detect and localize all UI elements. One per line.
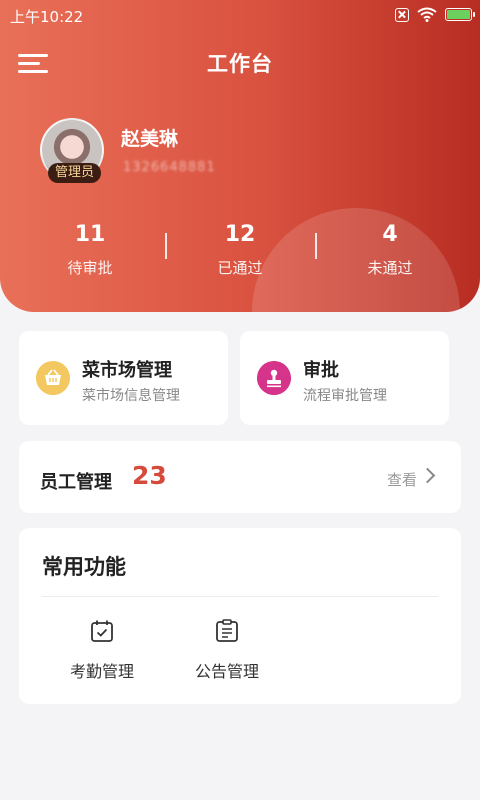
wifi-icon — [417, 7, 437, 22]
user-phone: 1326648881 — [123, 160, 216, 175]
stat-approved-value: 12 — [224, 222, 256, 247]
staff-view-link[interactable]: 查看 — [387, 469, 417, 490]
attendance-management-item[interactable]: 考勤管理 — [52, 618, 152, 682]
common-functions-title: 常用功能 — [42, 555, 126, 579]
status-icons — [395, 7, 475, 22]
page-title: 工作台 — [207, 52, 273, 76]
common-functions-card: 常用功能 考勤管理 公告管理 — [19, 528, 461, 704]
staff-label: 员工管理 — [40, 472, 112, 493]
stat-approved[interactable]: 12 已通过 — [165, 220, 315, 290]
clipboard-icon — [216, 619, 238, 642]
staff-count: 23 — [132, 461, 167, 490]
stat-rejected-label: 未通过 — [367, 259, 413, 277]
battery-icon — [445, 8, 475, 21]
notice-label: 公告管理 — [194, 662, 259, 681]
stat-rejected[interactable]: 4 未通过 — [315, 220, 465, 290]
approval-card-subtitle: 流程审批管理 — [303, 388, 387, 404]
approval-card-title: 审批 — [303, 360, 339, 381]
approval-card[interactable]: 审批 流程审批管理 — [240, 331, 449, 425]
role-badge: 管理员 — [48, 163, 101, 183]
user-name: 赵美琳 — [121, 128, 179, 150]
status-bar: 上午10:22 — [0, 0, 480, 30]
divider — [42, 596, 438, 597]
sim-icon — [395, 7, 409, 22]
stat-rejected-value: 4 — [382, 222, 398, 247]
stat-approved-label: 已通过 — [217, 259, 263, 277]
stat-pending-label: 待审批 — [67, 259, 113, 277]
calendar-check-icon — [91, 620, 113, 642]
market-card-title: 菜市场管理 — [82, 360, 172, 381]
stat-pending-value: 11 — [74, 222, 106, 247]
market-card-subtitle: 菜市场信息管理 — [82, 388, 180, 404]
status-time: 上午10:22 — [10, 8, 84, 26]
basket-icon — [36, 361, 70, 395]
stat-pending[interactable]: 11 待审批 — [15, 220, 165, 290]
stamp-icon — [257, 361, 291, 395]
stats-row: 11 待审批 12 已通过 4 未通过 — [15, 220, 465, 290]
market-management-card[interactable]: 菜市场管理 菜市场信息管理 — [19, 331, 228, 425]
staff-management-card[interactable]: 员工管理 23 查看 — [19, 441, 461, 513]
header-hero: 上午10:22 工作台 管理员 赵美琳 1326648881 11 待审批 12… — [0, 0, 480, 312]
chevron-right-icon[interactable] — [419, 467, 436, 484]
notice-management-item[interactable]: 公告管理 — [177, 618, 277, 682]
attendance-label: 考勤管理 — [69, 662, 134, 681]
